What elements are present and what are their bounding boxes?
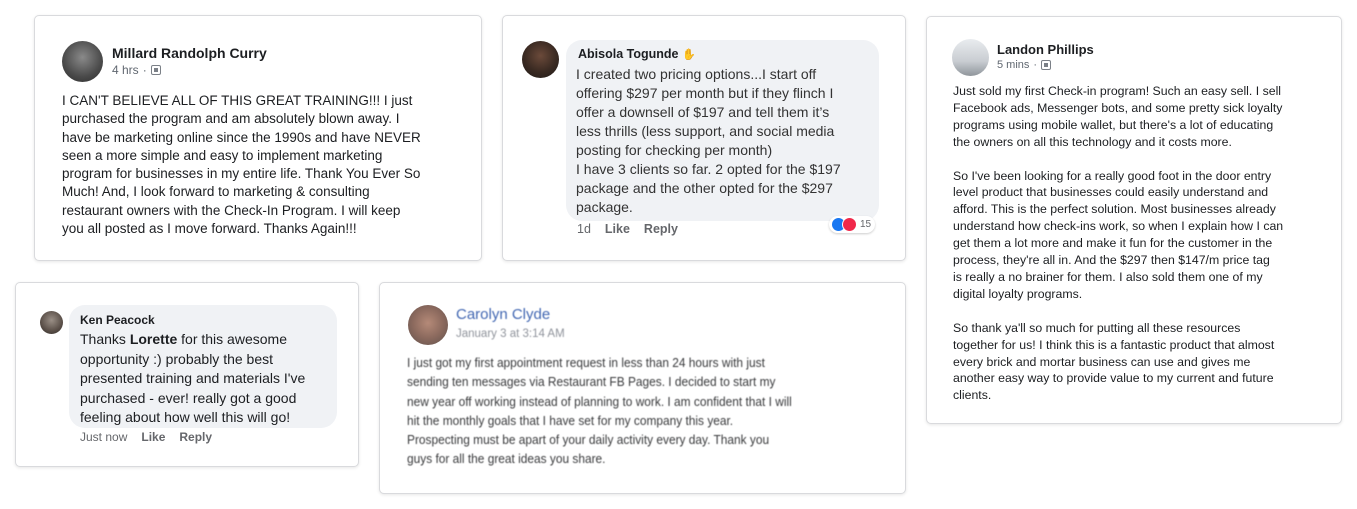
testimonial-card-abisola: Abisola Togunde ✋ I created two pricing … [502, 15, 906, 261]
avatar[interactable] [408, 305, 448, 345]
testimonial-card-carolyn: Carolyn Clyde January 3 at 3:14 AM I jus… [379, 282, 906, 494]
comment-time[interactable]: 1d [577, 222, 591, 236]
comment-time[interactable]: Just now [80, 430, 127, 444]
love-reaction-icon [842, 217, 857, 232]
post-text: I CAN'T BELIEVE ALL OF THIS GREAT TRAINI… [62, 93, 421, 237]
post-meta: 4 hrs · [112, 63, 161, 77]
comment-bubble: Abisola Togunde ✋ I created two pricing … [566, 40, 879, 221]
comment-text: Thanks Lorette for this awesome opportun… [80, 331, 306, 425]
avatar[interactable] [952, 39, 989, 76]
reaction-count[interactable]: 15 [829, 216, 876, 233]
author-name[interactable]: Landon Phillips [997, 42, 1094, 57]
comment-text: I created two pricing options...I start … [576, 66, 841, 215]
wave-emoji-icon: ✋ [681, 49, 696, 61]
mention-link[interactable]: Lorette [130, 331, 177, 347]
audience-icon [1041, 60, 1052, 70]
testimonial-card-millard: Millard Randolph Curry 4 hrs · I CAN'T B… [34, 15, 482, 261]
comment-actions: Just now Like Reply [80, 430, 212, 444]
author-name[interactable]: Ken Peacock [80, 313, 155, 327]
like-button[interactable]: Like [141, 430, 165, 444]
reply-button[interactable]: Reply [179, 430, 212, 444]
post-time[interactable]: January 3 at 3:14 AM [456, 328, 565, 340]
like-button[interactable]: Like [605, 222, 630, 236]
avatar[interactable] [40, 311, 63, 334]
comment-bubble: Ken Peacock Thanks Lorette for this awes… [69, 305, 337, 428]
comment-actions: 1d Like Reply [577, 222, 678, 236]
post-time[interactable]: 4 hrs [112, 63, 139, 77]
testimonial-card-landon: Landon Phillips 5 mins · Just sold my fi… [926, 16, 1342, 424]
post-text: Just sold my first Check-in program! Suc… [953, 84, 1284, 403]
avatar[interactable] [62, 41, 103, 82]
avatar[interactable] [522, 41, 559, 78]
audience-icon [150, 65, 161, 75]
author-name[interactable]: Millard Randolph Curry [112, 45, 267, 61]
post-meta: 5 mins · [997, 59, 1052, 71]
post-text: I just got my first appointment request … [407, 355, 792, 467]
author-name[interactable]: Abisola Togunde ✋ [578, 47, 696, 61]
post-time[interactable]: 5 mins [997, 59, 1029, 71]
testimonial-card-ken: Ken Peacock Thanks Lorette for this awes… [15, 282, 359, 467]
reply-button[interactable]: Reply [644, 222, 678, 236]
author-name[interactable]: Carolyn Clyde [456, 306, 550, 323]
